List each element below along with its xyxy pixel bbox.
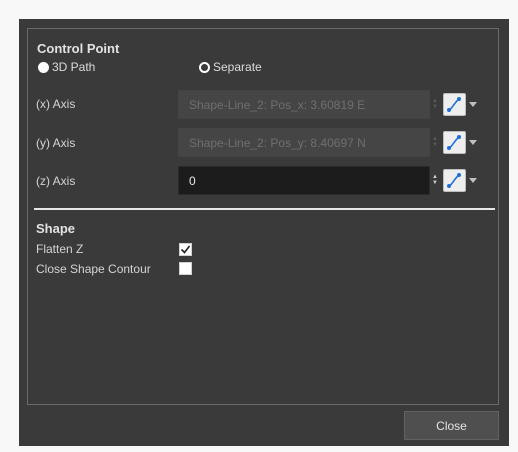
section-divider <box>34 208 495 210</box>
y-axis-spinner[interactable]: ▲ ▼ <box>431 133 439 151</box>
x-axis-function-button[interactable] <box>443 93 466 116</box>
x-axis-label: (x) Axis <box>36 97 76 111</box>
radio-separate-dot[interactable] <box>199 61 210 73</box>
dialog: Control Point 3D Path Separate (x) Axis … <box>19 19 509 446</box>
close-shape-contour-label: Close Shape Contour <box>36 262 151 276</box>
close-button[interactable]: Close <box>404 411 499 440</box>
y-axis-field[interactable]: Shape-Line_2: Pos_y: 8.40697 N <box>178 128 430 157</box>
radio-separate-label: Separate <box>213 60 262 74</box>
x-axis-dropdown-arrow-icon[interactable] <box>469 102 477 107</box>
flatten-z-label: Flatten Z <box>36 242 84 256</box>
function-curve-icon <box>447 97 461 112</box>
checkmark-icon <box>180 245 191 254</box>
function-curve-icon <box>447 173 461 188</box>
shape-title: Shape <box>36 221 76 236</box>
y-axis-label: (y) Axis <box>36 136 76 150</box>
y-axis-dropdown-arrow-icon[interactable] <box>469 140 477 145</box>
radio-3d-path[interactable]: 3D Path <box>38 60 95 74</box>
radio-3d-path-dot[interactable] <box>38 61 49 73</box>
properties-panel: Control Point 3D Path Separate (x) Axis … <box>27 28 499 405</box>
z-axis-field[interactable]: 0 <box>178 166 430 195</box>
close-shape-contour-checkbox[interactable] <box>179 262 192 275</box>
z-axis-function-button[interactable] <box>443 169 466 192</box>
function-curve-icon <box>447 135 461 150</box>
z-axis-spinner[interactable]: ▲ ▼ <box>431 171 439 189</box>
x-axis-spinner[interactable]: ▲ ▼ <box>431 95 439 113</box>
flatten-z-checkbox[interactable] <box>179 243 192 256</box>
z-axis-label: (z) Axis <box>36 174 76 188</box>
z-axis-dropdown-arrow-icon[interactable] <box>469 178 477 183</box>
radio-3d-path-label: 3D Path <box>52 60 96 74</box>
radio-separate[interactable]: Separate <box>199 60 262 74</box>
y-axis-function-button[interactable] <box>443 131 466 154</box>
x-axis-field[interactable]: Shape-Line_2: Pos_x: 3.60819 E <box>178 90 430 119</box>
control-point-title: Control Point <box>37 41 120 56</box>
